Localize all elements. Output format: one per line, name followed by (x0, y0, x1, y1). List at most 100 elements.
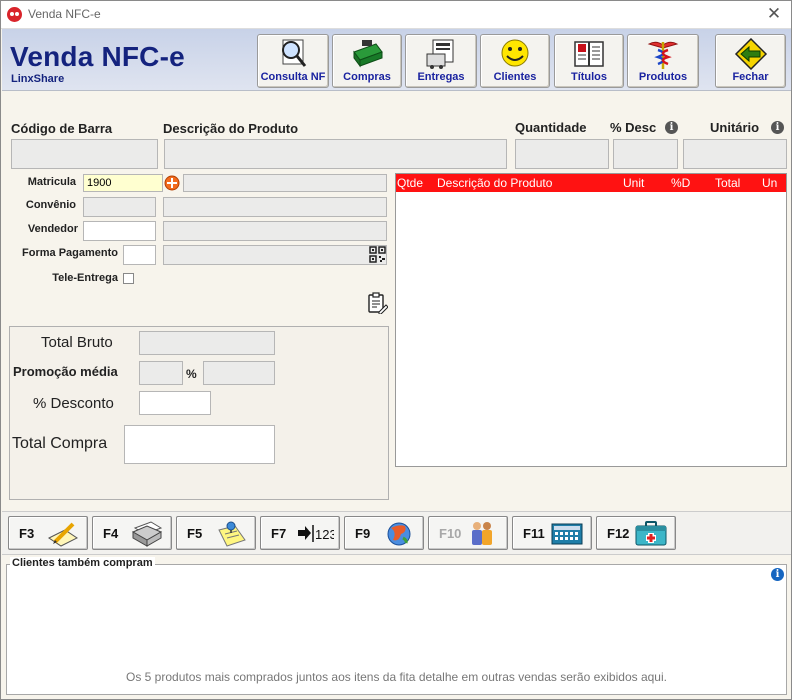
book-icon (574, 41, 604, 67)
f12-button[interactable]: F12 (596, 516, 676, 550)
produtos-label: Produtos (638, 71, 688, 83)
titulos-label: Títulos (570, 71, 608, 83)
quantity-label: Quantidade (515, 120, 587, 135)
col-un[interactable]: Un (762, 176, 777, 190)
window-title: Venda NFC-e (28, 7, 101, 21)
f9-button[interactable]: F9 (344, 516, 424, 550)
percent-sign: % (186, 367, 197, 381)
tele-entrega-label: Tele-Entrega (52, 272, 118, 284)
col-total[interactable]: Total (715, 176, 740, 190)
clientes-label: Clientes (493, 71, 537, 83)
unit-price-info-icon[interactable]: i (771, 121, 784, 134)
total-bruto-field (139, 331, 275, 355)
unit-price-label: Unitário (710, 120, 760, 135)
col-descricao[interactable]: Descrição do Produto (437, 176, 552, 190)
tele-entrega-checkbox[interactable] (123, 273, 134, 284)
barcode-label: Código de Barra (11, 121, 113, 136)
lookup-icon[interactable] (164, 175, 180, 191)
forma-pagamento-input[interactable] (123, 245, 156, 265)
promocao-value-field (139, 361, 183, 385)
f3-label: F3 (19, 526, 35, 541)
total-bruto-label: Total Bruto (41, 334, 113, 351)
recommendations-hint: Os 5 produtos mais comprados juntos aos … (126, 670, 667, 684)
f4-label: F4 (103, 526, 119, 541)
produtos-button[interactable]: Produtos (627, 34, 699, 88)
matricula-name-field (183, 174, 387, 192)
quantity-input[interactable] (515, 139, 609, 169)
globe-icon (387, 522, 411, 546)
col-desconto[interactable]: %D (671, 176, 690, 190)
cash-register-icon (353, 40, 383, 68)
brand-subtitle: LinxShare (11, 73, 65, 85)
f3-button[interactable]: F3 (8, 516, 88, 550)
description-label: Descrição do Produto (163, 121, 299, 136)
number-entry-icon: 123 (298, 525, 334, 542)
consulta-nf-button[interactable]: Consulta NF (257, 34, 329, 88)
caduceus-icon (647, 41, 679, 69)
matricula-input[interactable]: 1900 (83, 174, 163, 192)
f5-button[interactable]: F5 (176, 516, 256, 550)
f12-label: F12 (607, 526, 630, 541)
fechar-label: Fechar (732, 71, 769, 83)
desconto-input[interactable] (139, 391, 211, 415)
delivery-icon (426, 39, 454, 69)
consulta-nf-label: Consulta NF (260, 71, 326, 83)
entregas-label: Entregas (417, 71, 465, 83)
fechar-button[interactable]: Fechar (715, 34, 786, 88)
recommendations-info-icon[interactable]: i (771, 568, 784, 581)
f5-label: F5 (187, 526, 203, 541)
pencil-notepad-icon (48, 522, 78, 547)
compras-label: Compras (343, 71, 391, 83)
vendedor-input[interactable] (83, 221, 156, 241)
people-icon (472, 522, 492, 545)
f11-button[interactable]: F11 (512, 516, 592, 550)
compras-button[interactable]: Compras (332, 34, 402, 88)
titulos-button[interactable]: Títulos (554, 34, 624, 88)
vendedor-label: Vendedor (27, 223, 78, 235)
smiley-icon (501, 39, 529, 67)
f4-button[interactable]: F4 (92, 516, 172, 550)
grid-header: Qtde Descrição do Produto Unit %D Total … (396, 174, 786, 192)
convenio-input[interactable] (83, 197, 156, 217)
matricula-label: Matricula (27, 176, 76, 188)
items-grid[interactable]: Qtde Descrição do Produto Unit %D Total … (395, 173, 787, 467)
calculator-icon (551, 523, 583, 545)
clipboard-edit-icon[interactable] (367, 292, 388, 314)
qr-code-icon[interactable] (369, 246, 386, 263)
discount-input[interactable] (613, 139, 678, 169)
promocao-label: Promoção média (13, 364, 118, 379)
printer-icon (131, 521, 163, 547)
col-qtde[interactable]: Qtde (397, 176, 423, 190)
title-bar: Venda NFC-e ✕ (1, 1, 791, 29)
magnifier-icon (282, 39, 307, 67)
unit-price-input[interactable] (683, 139, 787, 169)
f7-label: F7 (271, 526, 287, 541)
vendedor-name-field (163, 221, 387, 241)
discount-info-icon[interactable]: i (665, 121, 678, 134)
recommendations-panel: Os 5 produtos mais comprados juntos aos … (6, 564, 787, 695)
page-title: Venda NFC-e (10, 41, 185, 72)
description-input[interactable] (164, 139, 507, 169)
medical-kit-icon (635, 521, 667, 546)
f10-button: F10 (428, 516, 508, 550)
discount-label: % Desc (610, 120, 657, 135)
forma-pagamento-label: Forma Pagamento (22, 247, 118, 259)
total-compra-field (124, 425, 275, 464)
barcode-input[interactable] (11, 139, 158, 169)
exit-arrow-icon (734, 38, 767, 70)
total-compra-label: Total Compra (12, 435, 108, 452)
convenio-label: Convênio (25, 199, 76, 211)
f7-button[interactable]: F7 123 (260, 516, 340, 550)
forma-pagamento-name-field (163, 245, 387, 265)
entregas-button[interactable]: Entregas (405, 34, 477, 88)
close-window-button[interactable]: ✕ (763, 3, 785, 25)
convenio-name-field (163, 197, 387, 217)
sale-window: Venda NFC-e ✕ Venda NFC-e LinxShare Cons… (0, 0, 792, 700)
number-entry-text: 123 (315, 527, 334, 542)
sticky-note-icon (218, 521, 246, 547)
col-unit[interactable]: Unit (623, 176, 644, 190)
promocao-percent-field (203, 361, 275, 385)
clientes-button[interactable]: Clientes (480, 34, 550, 88)
app-logo-icon (7, 7, 22, 22)
f11-label: F11 (523, 526, 545, 541)
